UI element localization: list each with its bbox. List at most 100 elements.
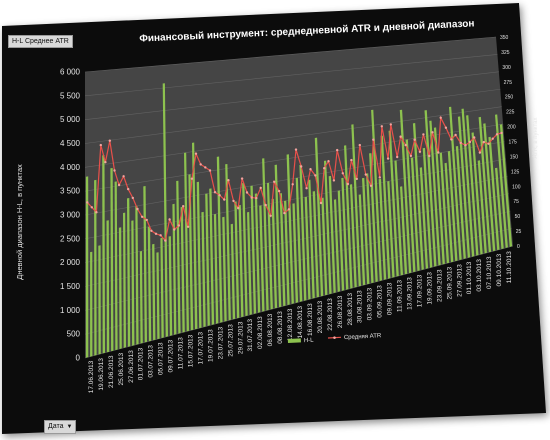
y-axis-right-tick-label: 200: [507, 125, 516, 131]
point-average-atr: [291, 183, 294, 186]
series-filter-label: H-L Среднее ATR: [12, 38, 69, 45]
point-average-atr: [478, 151, 482, 154]
chart-title: Финансовый инструмент: среднедневной ATR…: [139, 18, 475, 44]
y-axis-left-tick-label: 5 000: [60, 115, 81, 124]
point-average-atr: [358, 143, 361, 147]
bar-h-l: [106, 220, 110, 353]
x-axis-tick-label: 03.07.2013: [148, 345, 155, 378]
point-average-atr: [491, 137, 494, 140]
point-average-atr: [250, 196, 253, 199]
point-average-atr: [487, 142, 490, 145]
y-axis-left-tick-label: 500: [67, 330, 81, 339]
x-axis-tick-label: 08.08.2013: [277, 311, 284, 344]
x-axis-tick-label: 17.07.2013: [198, 332, 205, 365]
x-axis-tick-label: 09.10.2013: [496, 254, 503, 287]
point-average-atr: [117, 183, 121, 187]
date-filter-button[interactable]: Дата ▼: [44, 420, 77, 434]
point-average-atr: [431, 131, 434, 134]
y-axis-right-tick-label: 25: [516, 229, 522, 235]
point-average-atr: [439, 116, 442, 119]
point-average-atr: [346, 182, 350, 186]
point-average-atr: [409, 154, 413, 158]
point-average-atr: [422, 133, 425, 136]
x-axis-tick-label: 19.07.2013: [207, 329, 214, 362]
x-axis-tick-label: 26.08.2013: [337, 295, 344, 328]
point-average-atr: [86, 201, 89, 204]
x-axis-tick-label: 07.10.2013: [486, 256, 493, 289]
x-axis-tick-label: 03.10.2013: [476, 259, 483, 292]
point-average-atr: [396, 155, 399, 159]
point-average-atr: [454, 133, 457, 137]
y-axis-right-tick-label: 225: [506, 110, 515, 116]
y-axis-right-tick-label: 325: [501, 50, 510, 56]
x-axis-tick-label: 19.06.2013: [98, 358, 105, 391]
point-average-atr: [336, 148, 339, 152]
point-average-atr: [399, 135, 402, 138]
point-average-atr: [232, 199, 235, 203]
x-axis-tick-label: 05.07.2013: [158, 342, 165, 375]
point-average-atr: [378, 176, 381, 179]
x-axis-tick-label: 28.08.2013: [347, 293, 354, 326]
y-axis-left-tick-label: 2 500: [60, 234, 81, 243]
y-axis-right-tick-label: 175: [509, 140, 518, 146]
point-average-atr: [136, 207, 139, 211]
point-average-atr: [372, 138, 375, 141]
x-axis-tick-label: 09.07.2013: [168, 340, 175, 373]
point-average-atr: [450, 138, 453, 141]
x-axis-tick-label: 09.09.2013: [387, 282, 394, 315]
x-axis-tick-label: 01.10.2013: [466, 261, 473, 294]
point-average-atr: [277, 189, 281, 193]
point-average-atr: [319, 201, 323, 205]
point-average-atr: [199, 163, 202, 166]
x-axis-tick-label: 11.09.2013: [397, 280, 404, 312]
point-average-atr: [145, 218, 148, 222]
point-average-atr: [213, 191, 217, 194]
point-average-atr: [332, 179, 336, 182]
x-axis-tick-label: 31.07.2013: [247, 319, 254, 352]
y-axis-left-tick-label: 3 500: [60, 187, 81, 196]
bar-h-l: [98, 245, 101, 355]
point-average-atr: [294, 148, 298, 151]
point-average-atr: [428, 154, 431, 158]
x-axis-tick-label: 29.07.2013: [237, 321, 244, 354]
point-average-atr: [269, 214, 272, 217]
point-average-atr: [283, 211, 286, 215]
point-average-atr: [104, 161, 107, 164]
x-axis-tick-label: 05.09.2013: [377, 285, 384, 318]
x-axis-tick-label: 23.07.2013: [217, 326, 224, 359]
point-average-atr: [327, 160, 330, 163]
point-average-atr: [314, 174, 317, 177]
y-axis-right-tick-label: 300: [502, 65, 511, 71]
y-axis-right-tick-label: 150: [510, 154, 519, 160]
point-average-atr: [404, 143, 407, 147]
y-axis-left-tick-label: 0: [76, 354, 81, 363]
point-average-atr: [355, 177, 358, 181]
point-average-atr: [227, 179, 230, 182]
x-axis-tick-label: 30.08.2013: [357, 290, 364, 323]
point-average-atr: [190, 177, 194, 180]
point-average-atr: [369, 184, 373, 187]
point-average-atr: [495, 133, 499, 136]
legend-label-h-l: H-L: [304, 338, 315, 345]
y-axis-left-tick-label: 4 000: [60, 163, 81, 172]
point-average-atr: [264, 203, 267, 207]
point-average-atr: [90, 206, 94, 209]
x-axis-tick-label: 21.06.2013: [108, 355, 115, 388]
y-axis-right-tick-label: 100: [512, 184, 521, 190]
series-filter-button[interactable]: H-L Среднее ATR: [8, 35, 73, 48]
x-axis-tick-label: 22.08.2013: [327, 298, 334, 331]
point-average-atr: [341, 172, 344, 175]
x-axis-tick-label: 27.09.2013: [456, 264, 463, 297]
x-axis-tick-label: 17.09.2013: [416, 274, 423, 307]
point-average-atr: [500, 131, 503, 135]
point-average-atr: [173, 228, 176, 231]
y-axis-right-tick-label: 125: [511, 169, 520, 175]
point-average-atr: [208, 169, 212, 172]
y-axis-left-tick-label: 5 500: [60, 91, 81, 100]
plot-area-group: 05001 0001 5002 0002 5003 0003 5004 0004…: [60, 35, 522, 393]
y-axis-left-tick-label: 1 000: [60, 306, 81, 315]
x-axis-tick-label: 25.07.2013: [227, 324, 234, 357]
x-axis-tick-label: 20.08.2013: [317, 300, 324, 333]
y-axis-left-tick-label: 6 000: [60, 68, 81, 77]
point-average-atr: [364, 173, 367, 176]
